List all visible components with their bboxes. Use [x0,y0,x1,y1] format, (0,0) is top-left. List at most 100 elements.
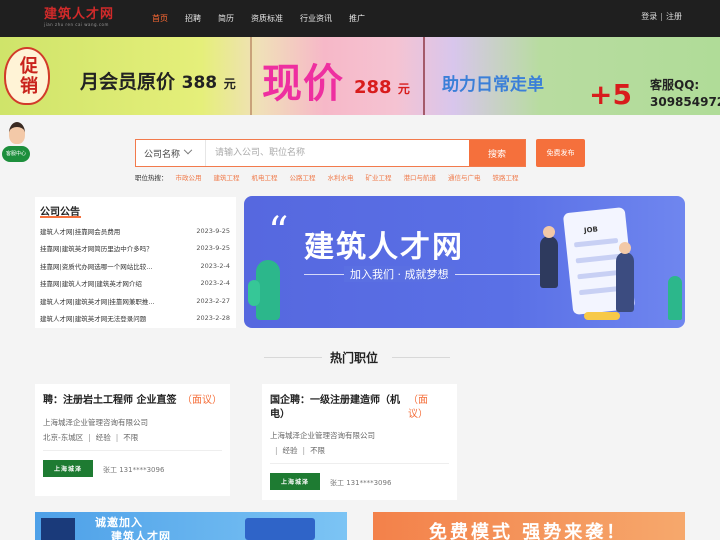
job-meta: | 经验 | 不限 [270,445,325,456]
hot-tag[interactable]: 市政公用 [176,172,202,182]
job-contact: 张工 131****3096 [330,479,392,487]
job-company[interactable]: 上海城泽企业管理咨询有限公司 [270,430,375,441]
promo-member-price: 月会员原价 388 元 [80,67,236,94]
notice-item-title: 挂靠网|资质代办网选哪一个网站比较... [40,262,153,271]
nav-link-home[interactable]: 首页 [152,13,168,24]
nav-link-news[interactable]: 行业资讯 [300,13,332,24]
job-education: 不限 [123,433,139,442]
promo-divider [250,37,252,115]
person-illustration [540,226,558,288]
job-title[interactable]: 聘：注册岩土工程师 企业直签 [43,394,183,408]
notice-item[interactable]: 建筑人才网|挂靠网会员费用 2023-9-25 [40,222,230,240]
search-category-select[interactable]: 公司名称 [136,140,206,166]
person-face [619,242,631,254]
nav-link-promotion[interactable]: 推广 [349,13,365,24]
plant-illustration [668,276,682,320]
job-card[interactable]: 聘：注册岩土工程师 企业直签 （面议） 上海城泽企业管理咨询有限公司 北京-东城… [35,384,230,496]
phone-bar [573,237,619,248]
free-mode-banner[interactable]: 免费模式 强势来袭！ [373,512,685,540]
job-title[interactable]: 国企聘：一级注册建造师（机电） [270,394,408,422]
job-location: 北京-东城区 [43,433,84,442]
job-education: 不限 [310,446,326,455]
hot-tag[interactable]: 建筑工程 [214,172,240,182]
promo-plus-five: +5 [589,78,632,111]
job-experience: 经验 [95,433,111,442]
notice-item-title: 建筑人才网|建筑英才网无法登录问题 [40,315,147,324]
company-notice-panel: 公司公告 建筑人才网|挂靠网会员费用 2023-9-25 挂靠网|建筑英才网简历… [35,197,236,328]
job-card[interactable]: 国企聘：一级注册建造师（机电） （面议） 上海城泽企业管理咨询有限公司 | 经验 |… [262,384,457,500]
chevron-down-icon [183,145,193,155]
company-logo: 上海城泽 [43,460,93,477]
customer-service-widget[interactable]: 客服中心 [2,122,30,170]
join-us-line2: 建筑人才网 [111,530,171,540]
site-logo[interactable]: 建筑人才网 jian zhu ren cai wang.com [44,8,126,30]
promo-divider [423,37,425,115]
promo-now-unit: 元 [397,82,410,96]
hot-search-tags: 职位热搜： 市政公用 建筑工程 机电工程 公路工程 水利水电 矿业工程 港口与航… [135,172,531,182]
service-badge: 客服中心 [2,146,30,162]
nav-link-qualification[interactable]: 资质标准 [251,13,283,24]
hot-tag[interactable]: 矿业工程 [366,172,392,182]
hot-search-label: 职位热搜： [135,174,168,182]
notice-item[interactable]: 建筑人才网|建筑英才网|挂靠网兼职推... 2023-2-27 [40,292,230,310]
notice-item[interactable]: 挂靠网|建筑英才网简历里边中介多吗？ 2023-9-25 [40,240,230,258]
notice-item-date: 2023-2-28 [196,314,230,323]
phone-bar [575,253,620,264]
screen-illustration [245,518,315,540]
notice-item[interactable]: 挂靠网|建筑人才网|建筑英才网介绍 2023-2-4 [40,275,230,293]
nav-link-resumes[interactable]: 简历 [218,13,234,24]
notice-item[interactable]: 挂靠网|资质代办网选哪一个网站比较... 2023-2-4 [40,257,230,275]
nav-link-jobs[interactable]: 招聘 [185,13,201,24]
banner-title: 建筑人才网 [304,230,464,265]
notice-item-date: 2023-2-4 [200,279,230,288]
banner-decoration [41,518,75,540]
register-link[interactable]: 注册 [666,11,682,22]
nav-links: 首页 招聘 简历 资质标准 行业资讯 推广 [152,0,382,37]
notice-item-title: 建筑人才网|挂靠网会员费用 [40,227,121,236]
notice-title-underline [40,216,81,218]
promo-seal: 促销 [4,47,50,105]
notice-item-date: 2023-9-25 [196,244,230,253]
promo-daily-text: 助力日常走单 [442,75,544,95]
search-input[interactable] [207,140,469,166]
join-us-banner[interactable]: 诚邀加入 建筑人才网 [35,512,347,540]
hot-tag[interactable]: 机电工程 [252,172,278,182]
hero-banner[interactable]: “ 建筑人才网 加入我们 · 成就梦想 JOB [244,196,685,328]
logo-pinyin: jian zhu ren cai wang.com [44,22,109,27]
free-mode-text: 免费模式 强势来袭！ [429,522,628,540]
hot-title-line-left [264,357,322,358]
job-meta: 北京-东城区 | 经验 | 不限 [43,432,138,443]
job-divider [43,450,222,451]
notice-item[interactable]: 建筑人才网|建筑英才网无法登录问题 2023-2-28 [40,310,230,328]
notice-item-title: 挂靠网|建筑人才网|建筑英才网介绍 [40,280,142,289]
promo-banner[interactable]: 促销 月会员原价 388 元 现价 288 元 助力日常走单 +5 客服QQ: … [0,37,720,115]
hot-tag[interactable]: 港口与航道 [404,172,437,182]
free-publish-button[interactable]: 免费发布 [536,139,585,167]
notice-item-date: 2023-9-25 [196,226,230,235]
hot-tag[interactable]: 通信与广电 [448,172,481,182]
promo-member-number: 388 [181,73,218,93]
promo-contact-label: 客服QQ: [650,78,700,92]
job-company[interactable]: 上海城泽企业管理咨询有限公司 [43,417,148,428]
promo-contact-qq: 3098549729 [650,95,720,109]
job-contact: 张工 131****3096 [103,466,165,474]
notice-item-date: 2023-2-4 [200,261,230,270]
promo-contact: 客服QQ: 3098549729 [650,77,720,111]
notice-item-title: 建筑人才网|建筑英才网|挂靠网兼职推... [40,297,155,306]
hot-title-line-right [392,357,450,358]
notice-item-date: 2023-2-27 [196,296,230,305]
service-avatar-icon [9,122,25,144]
login-link[interactable]: 登录 [641,11,657,22]
job-divider [270,463,449,464]
hot-tag[interactable]: 公路工程 [290,172,316,182]
auth-links: 登录 | 注册 [641,0,682,32]
cactus-illustration [248,280,260,306]
promo-now-number: 288 [354,77,392,98]
search-category-value: 公司名称 [144,149,181,160]
search-button[interactable]: 搜索 [469,140,525,166]
hot-tag[interactable]: 水利水电 [328,172,354,182]
hot-tag[interactable]: 铁路工程 [493,172,519,182]
logo-text: 建筑人才网 [44,7,115,22]
meta-separator: | [275,446,278,455]
notice-list: 建筑人才网|挂靠网会员费用 2023-9-25 挂靠网|建筑英才网简历里边中介多… [40,222,230,327]
